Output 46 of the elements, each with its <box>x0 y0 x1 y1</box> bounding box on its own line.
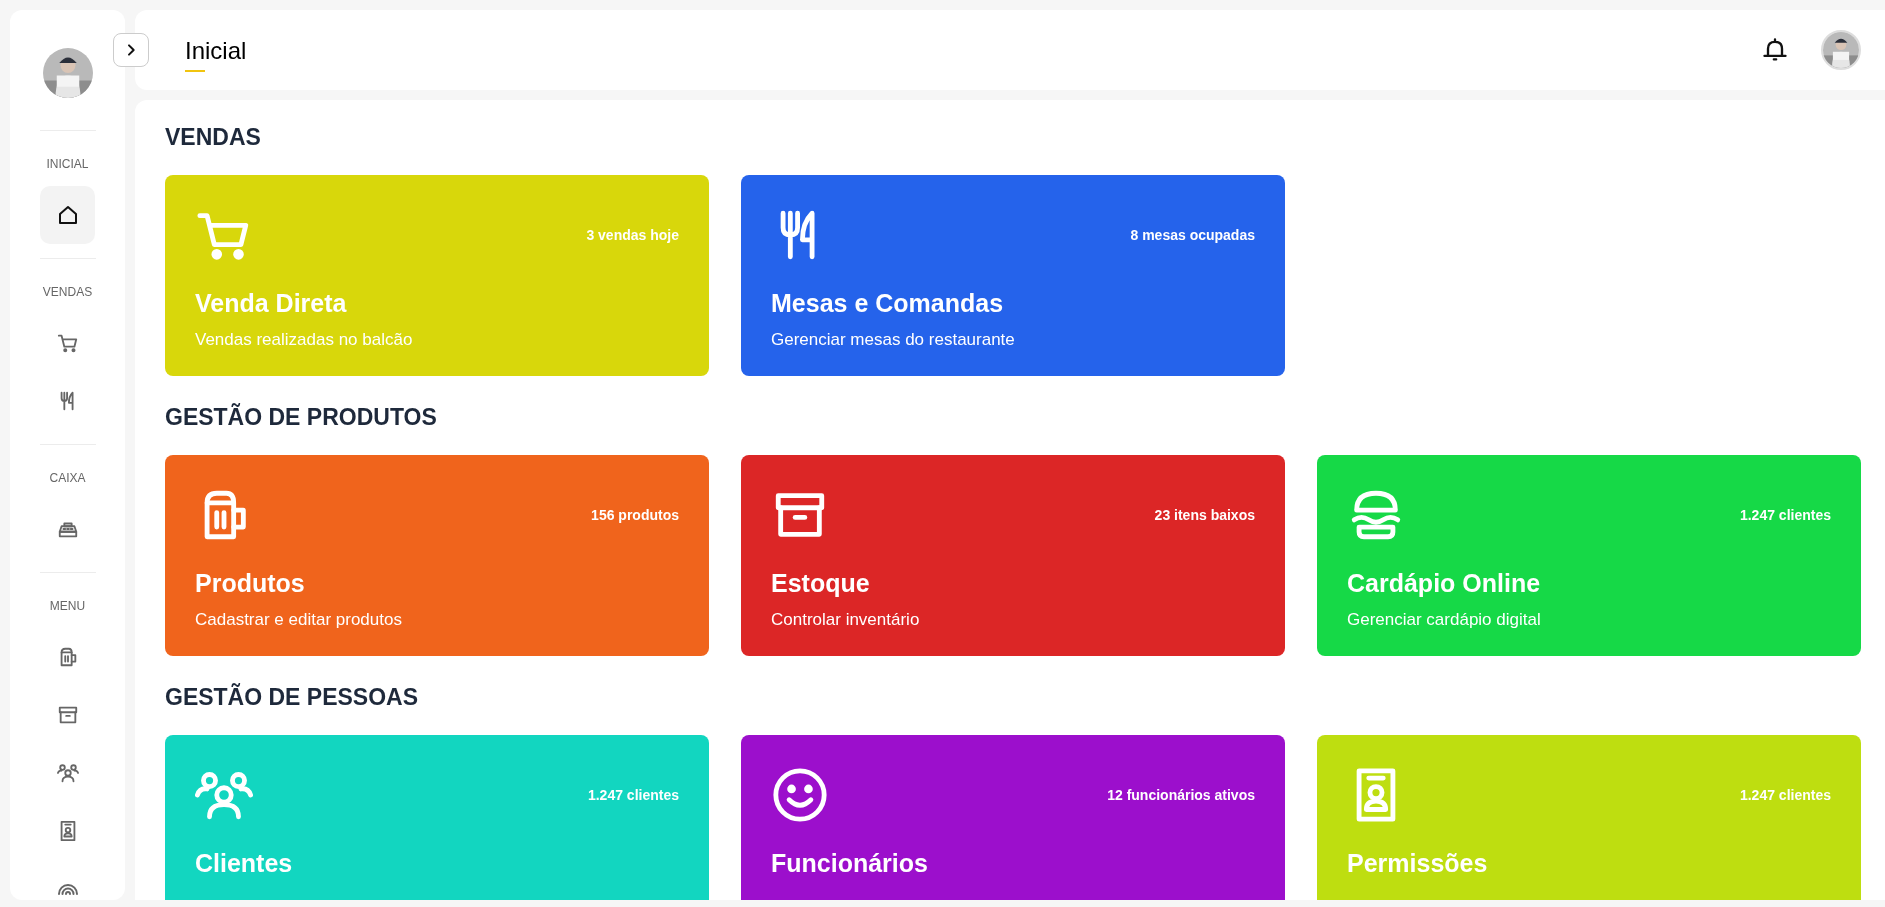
card-stat: 8 mesas ocupadas <box>1130 227 1255 243</box>
section-label: MENU <box>49 599 86 613</box>
module-card[interactable]: 12 funcionários ativos Funcionários <box>741 735 1285 900</box>
archive-box-icon <box>56 704 79 726</box>
card-stat: 1.247 clientes <box>1739 507 1831 523</box>
module-card[interactable]: 1.247 clientes Clientes <box>165 735 709 900</box>
module-card[interactable]: 1.247 clientes Cardápio Online Gerenciar cardápio digital <box>1317 455 1861 656</box>
expand-button[interactable] <box>113 33 149 67</box>
card-title: Venda Direta <box>195 289 348 318</box>
module-card[interactable]: 23 itens baixos Estoque Controlar inventário <box>741 455 1285 656</box>
cart-icon <box>56 332 79 354</box>
section-heading: GESTÃO DE PRODUTOS <box>165 404 438 431</box>
card-title: Mesas e Comandas <box>771 289 1005 318</box>
title-underline <box>185 70 205 72</box>
section-heading: GESTÃO DE PESSOAS <box>165 684 420 711</box>
card-title: Clientes <box>195 849 294 878</box>
card-stat: 12 funcionários ativos <box>1107 787 1255 803</box>
page-title: Inicial <box>185 36 247 66</box>
section-label: INICIAL <box>46 157 89 171</box>
sidebar-item[interactable] <box>40 186 95 244</box>
card-subtitle: Vendas realizadas no balcão <box>195 330 414 350</box>
module-card[interactable]: 156 produtos Produtos Cadastrar e editar produtos <box>165 455 709 656</box>
card-title: Permissões <box>1347 849 1489 878</box>
notifications-button[interactable] <box>1761 36 1789 64</box>
rings-icon <box>56 883 79 895</box>
card-stat: 3 vendas hoje <box>586 227 679 243</box>
avatar-button[interactable] <box>1821 30 1861 70</box>
card-stat: 1.247 clientes <box>587 787 679 803</box>
card-stat: 156 produtos <box>591 507 679 523</box>
section-heading: VENDAS <box>165 124 262 151</box>
card-subtitle: Gerenciar cardápio digital <box>1347 610 1542 630</box>
section-label: CAIXA <box>49 471 86 485</box>
card-title: Estoque <box>771 569 871 598</box>
bell-icon <box>1761 36 1789 64</box>
module-card[interactable]: 8 mesas ocupadas Mesas e Comandas Gerenciar mesas do restaurante <box>741 175 1285 376</box>
card-stat: 1.247 clientes <box>1739 787 1831 803</box>
card-title: Produtos <box>195 569 306 598</box>
card-stat: 23 itens baixos <box>1154 507 1255 523</box>
smiley-icon <box>771 766 829 824</box>
section-label: VENDAS <box>42 285 93 299</box>
card-title: Cardápio Online <box>1347 569 1542 598</box>
card-subtitle: Cadastrar e editar produtos <box>195 610 403 630</box>
card-title: Funcionários <box>771 849 929 878</box>
people-icon <box>56 762 79 784</box>
card-subtitle: Gerenciar mesas do restaurante <box>771 330 1016 350</box>
card-subtitle: Controlar inventário <box>771 610 921 630</box>
